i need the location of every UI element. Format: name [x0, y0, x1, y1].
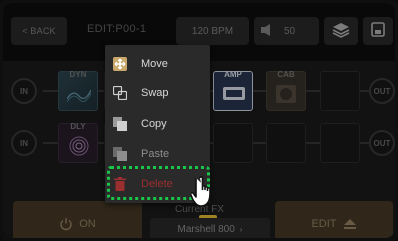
- device-frame: < BACK EDIT:P00-1 120 BPM 50 IN DYN AMP …: [0, 0, 398, 241]
- menu-item-label: Move: [141, 58, 168, 70]
- paste-icon: [113, 147, 127, 161]
- menu-item-copy[interactable]: Copy: [105, 110, 210, 138]
- menu-item-swap[interactable]: Swap: [105, 79, 210, 107]
- menu-item-label: Paste: [141, 148, 170, 160]
- menu-item-move[interactable]: Move: [105, 50, 210, 78]
- move-icon: [113, 57, 127, 71]
- menu-item-label: Copy: [141, 118, 167, 130]
- copy-icon: [113, 117, 127, 131]
- hand-pointer-icon: [191, 176, 211, 207]
- menu-item-label: Swap: [141, 87, 169, 99]
- screen: < BACK EDIT:P00-1 120 BPM 50 IN DYN AMP …: [3, 3, 395, 238]
- menu-item-paste[interactable]: Paste: [105, 140, 210, 168]
- swap-icon: [113, 86, 127, 100]
